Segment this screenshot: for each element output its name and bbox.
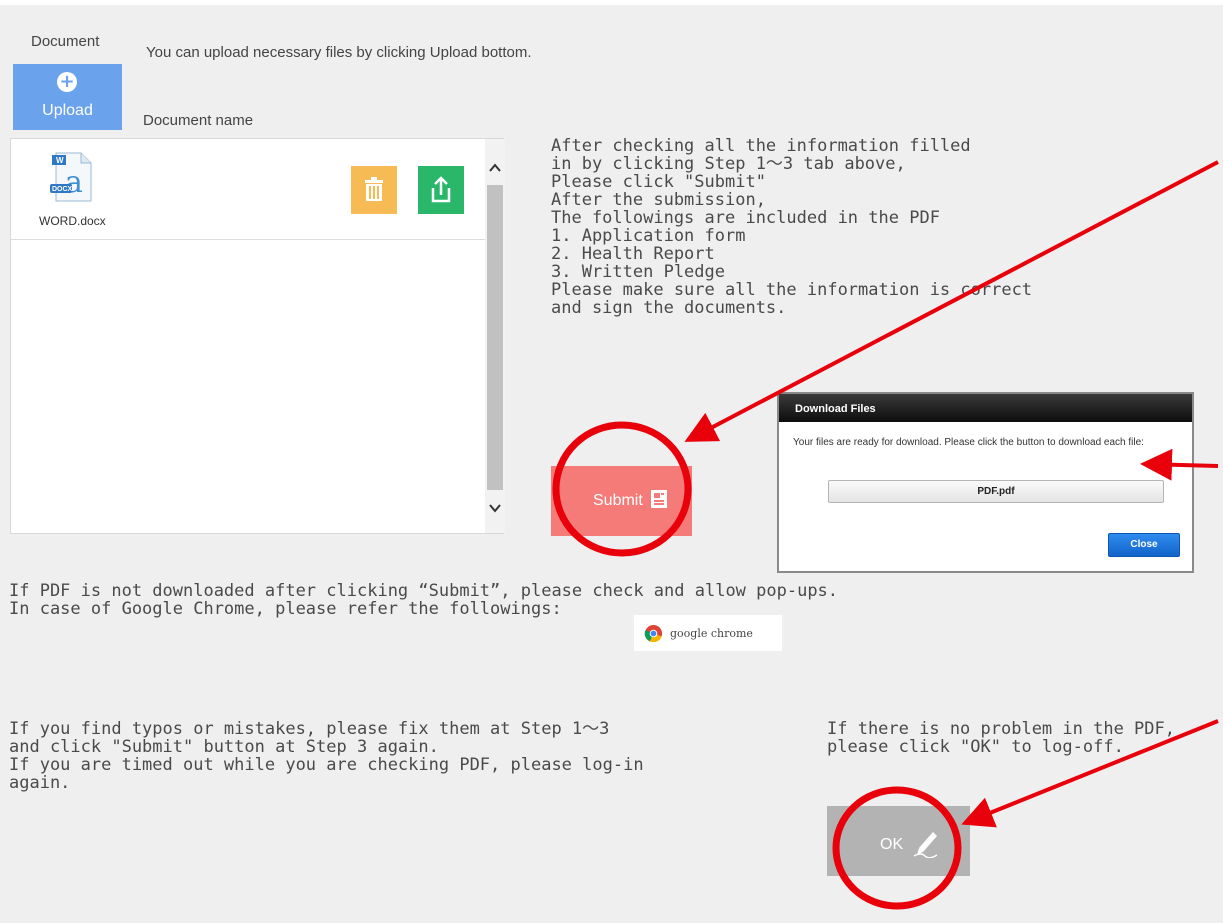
submit-highlight-circle [552,421,692,557]
ok-highlight-circle [832,786,962,910]
dialog-arrow [1140,448,1219,481]
annotation-overlay [552,160,1219,910]
submit-arrow [684,160,1219,442]
ok-arrow [961,719,1219,828]
